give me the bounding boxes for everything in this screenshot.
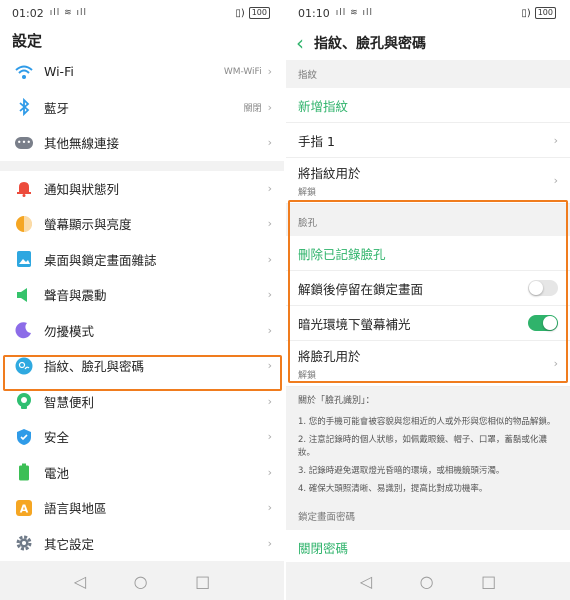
settings-item-wallpaper[interactable]: 桌面與鎖定畫面雜誌 › — [0, 241, 284, 277]
nav-back-button[interactable]: ◁ — [360, 572, 372, 591]
vibrate-icon: ▯) — [521, 7, 531, 19]
chevron-right-icon: › — [267, 252, 272, 266]
status-bar: 01:02 ıll ≋ ıll ▯) 100 — [0, 0, 284, 26]
settings-item-battery[interactable]: 電池 › — [0, 454, 284, 490]
nav-home-button[interactable]: ○ — [134, 572, 148, 591]
settings-item-gear[interactable]: 其它設定 › — [0, 525, 284, 561]
info-item-3: 3. 記錄時避免選取燈光昏暗的環境，或相機鏡頭污濁。 — [298, 466, 505, 476]
settings-item-value: WM-WiFi — [223, 66, 262, 77]
nav-recents-button[interactable]: □ — [481, 572, 496, 591]
status-bar: 01:10 ıll ≋ ıll ▯) 100 — [286, 0, 570, 26]
vibrate-icon: ▯) — [235, 7, 245, 19]
settings-item-label: 其它設定 — [44, 536, 95, 552]
chevron-right-icon: › — [267, 65, 272, 79]
chevron-right-icon: › — [267, 323, 272, 337]
chevron-right-icon: › — [267, 136, 272, 150]
highlight-box-face — [288, 200, 568, 383]
settings-item-label: 聲音與震動 — [44, 288, 107, 304]
settings-item-brightness[interactable]: 螢幕顯示與亮度 › — [0, 206, 284, 242]
info-title: 關於「臉孔識別」： — [298, 396, 375, 406]
settings-item-moon[interactable]: 勿擾模式 › — [0, 312, 284, 348]
settings-item-label: 其他無線連接 — [44, 136, 120, 152]
language-icon: A — [14, 498, 34, 518]
wallpaper-icon — [14, 249, 34, 269]
shield-icon — [14, 427, 34, 447]
navigation-bar: ◁ ○ □ — [0, 562, 284, 600]
highlight-box-menu — [3, 355, 282, 391]
gear-icon — [14, 533, 34, 553]
settings-item-value: 關閉 — [243, 103, 262, 114]
face-recognition-info: 關於「臉孔識別」： 1. 您的手機可能會被容貌與您相近的人或外形與您相似的物品解… — [286, 393, 570, 496]
back-arrow-icon[interactable]: ‹ — [296, 31, 304, 55]
svg-text:A: A — [20, 502, 29, 515]
info-item-2: 2. 注意記錄時的個人狀態，如佩戴眼鏡、帽子、口罩，蓄鬍或化濃妝。 — [298, 435, 547, 458]
speaker-icon — [14, 285, 34, 305]
chevron-right-icon: › — [267, 536, 272, 550]
settings-group-connections: Wi-Fi WM-WiFi › 藍牙 關閉 › ••• 其他無線連接 › — [0, 54, 284, 161]
settings-item-language[interactable]: A 語言與地區 › — [0, 490, 284, 526]
chevron-right-icon: › — [267, 100, 272, 114]
fingerprint-use-for-item[interactable]: 將指紋用於 解鎖 › — [286, 158, 570, 204]
disable-password-button[interactable]: 關閉密碼 — [286, 530, 570, 565]
bluetooth-icon — [14, 97, 34, 117]
battery-icon — [14, 462, 34, 482]
settings-item-label: 勿擾模式 — [44, 323, 95, 339]
disable-password-label: 關閉密碼 — [298, 540, 349, 556]
settings-item-notification-bell[interactable]: 通知與狀態列 › — [0, 170, 284, 206]
settings-screen: 01:02 ıll ≋ ıll ▯) 100 設定 Wi-Fi WM-WiFi › 藍… — [0, 0, 284, 600]
notification-bell-icon — [14, 178, 34, 198]
fingerprint-use-for-label: 將指紋用於 — [298, 166, 361, 181]
group-divider — [0, 160, 284, 171]
signal-icon: ıll ≋ ıll — [49, 8, 87, 18]
info-item-1: 1. 您的手機可能會被容貌與您相近的人或外形與您相似的物品解鎖。 — [298, 417, 556, 427]
info-item-4: 4. 確保大頭照清晰、易識別，提高比對成功機率。 — [298, 484, 488, 494]
add-fingerprint-button[interactable]: 新增指紋 — [286, 88, 570, 123]
chevron-right-icon: › — [267, 501, 272, 515]
settings-item-speaker[interactable]: 聲音與震動 › — [0, 277, 284, 313]
fingerprint-use-for-value: 解鎖 — [298, 188, 317, 198]
settings-item-label: Wi-Fi — [44, 64, 74, 80]
chevron-right-icon: › — [267, 394, 272, 408]
settings-item-label: 智慧便利 — [44, 394, 95, 410]
finger-1-label: 手指 1 — [298, 133, 335, 149]
settings-item-wifi[interactable]: Wi-Fi WM-WiFi › — [0, 54, 284, 90]
chevron-right-icon: › — [267, 217, 272, 231]
nav-recents-button[interactable]: □ — [195, 572, 210, 591]
battery-status: 100 — [534, 7, 556, 19]
battery-status: 100 — [248, 7, 270, 19]
navigation-bar: ◁ ○ □ — [286, 562, 570, 600]
settings-item-label: 藍牙 — [44, 100, 70, 116]
page-title: 指紋、臉孔與密碼 — [314, 36, 426, 52]
settings-item-more-connections[interactable]: ••• 其他無線連接 › — [0, 125, 284, 161]
chevron-right-icon: › — [267, 181, 272, 195]
nav-home-button[interactable]: ○ — [420, 572, 434, 591]
add-fingerprint-label: 新增指紋 — [298, 98, 349, 114]
moon-icon — [14, 320, 34, 340]
chevron-right-icon: › — [267, 430, 272, 444]
settings-item-label: 語言與地區 — [44, 501, 107, 517]
settings-item-label: 安全 — [44, 430, 70, 446]
chevron-right-icon: › — [553, 133, 558, 147]
wifi-icon — [14, 62, 34, 82]
more-connections-icon: ••• — [15, 136, 33, 149]
status-time: 01:02 — [12, 6, 44, 20]
smart-assist-icon — [14, 391, 34, 411]
settings-item-label: 電池 — [44, 465, 70, 481]
chevron-right-icon: › — [267, 465, 272, 479]
status-time: 01:10 — [298, 6, 330, 20]
settings-item-label: 通知與狀態列 — [44, 181, 120, 197]
chevron-right-icon: › — [553, 174, 558, 187]
settings-item-label: 螢幕顯示與亮度 — [44, 217, 132, 233]
signal-icon: ıll ≋ ıll — [335, 8, 373, 18]
section-header-fingerprint: 指紋 — [286, 62, 570, 88]
settings-item-label: 桌面與鎖定畫面雜誌 — [44, 252, 157, 268]
brightness-icon — [14, 214, 34, 234]
settings-item-shield[interactable]: 安全 › — [0, 419, 284, 455]
header: ‹ 指紋、臉孔與密碼 — [286, 26, 570, 60]
nav-back-button[interactable]: ◁ — [74, 572, 86, 591]
finger-1-item[interactable]: 手指 1 › — [286, 123, 570, 158]
settings-item-bluetooth[interactable]: 藍牙 關閉 › — [0, 89, 284, 125]
section-header-lock-password: 鎖定畫面密碼 — [286, 504, 570, 530]
chevron-right-icon: › — [267, 288, 272, 302]
